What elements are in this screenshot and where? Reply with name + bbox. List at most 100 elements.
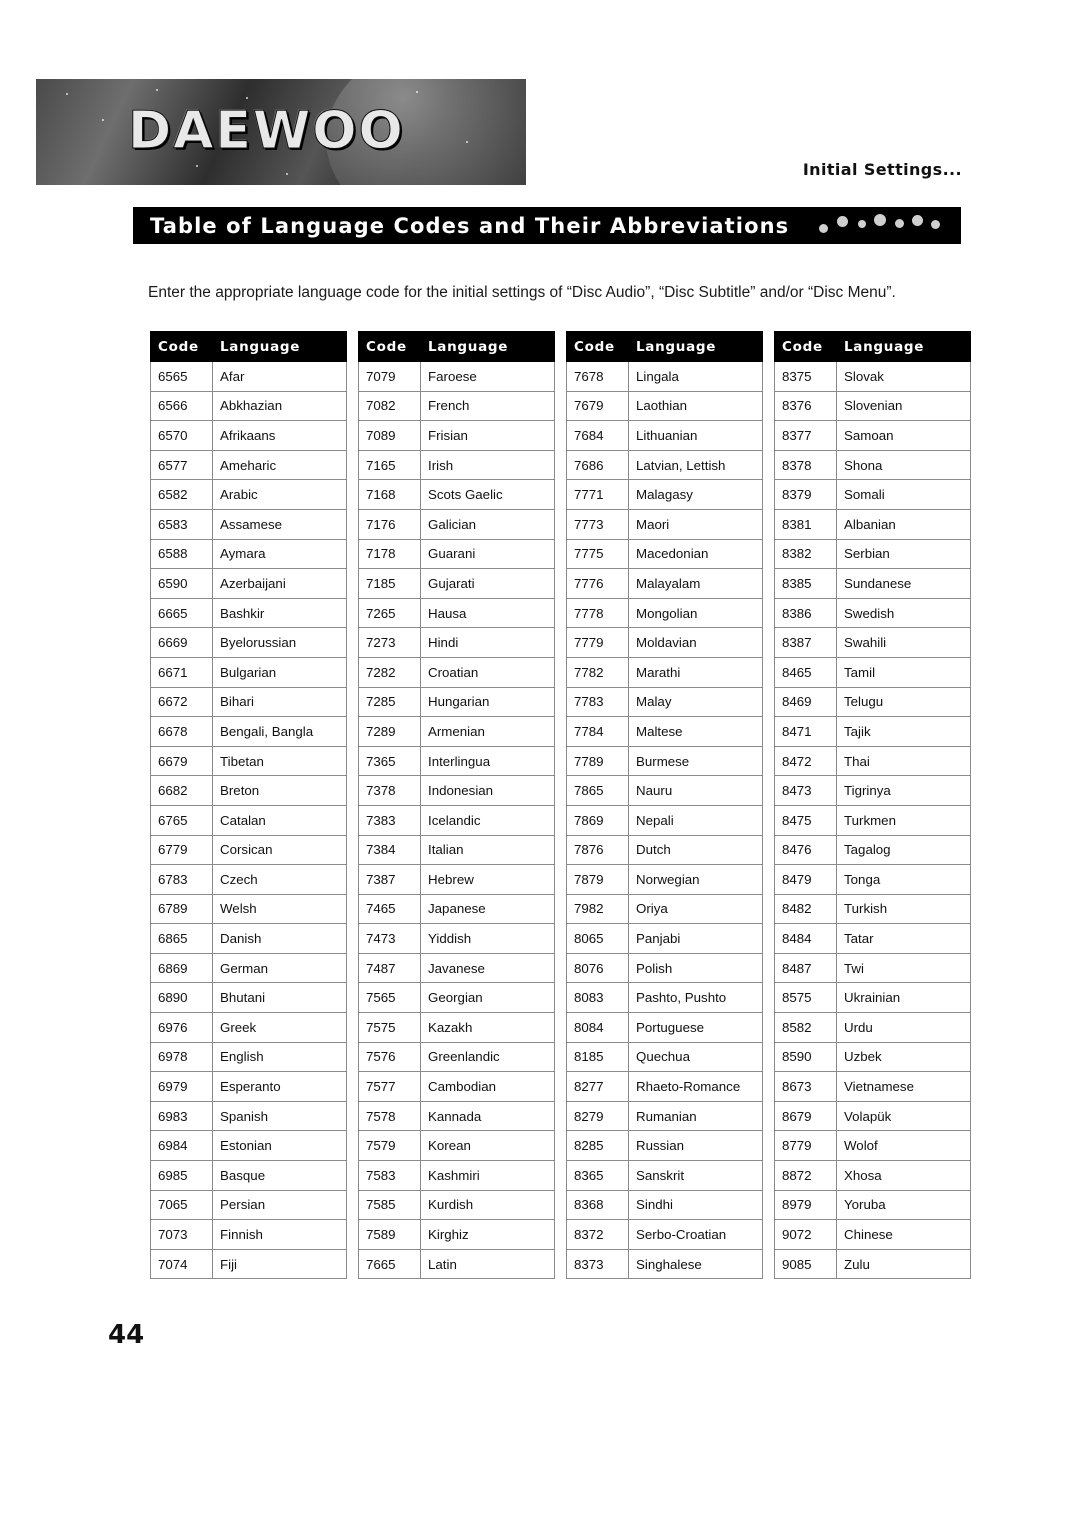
cell-code: 7383 — [358, 804, 421, 836]
cell-code: 8479 — [774, 864, 837, 895]
table-row: 8473 Tigrinya — [774, 775, 971, 806]
table-body-3: 7678 Lingala 7679 Laothian 7684 Lithuanian 768… — [566, 361, 763, 1280]
cell-code: 6765 — [150, 804, 213, 836]
cell-language: Panjabi — [628, 923, 763, 954]
table-row: 8375 Slovak — [774, 361, 971, 392]
cell-code: 7679 — [566, 390, 629, 422]
cell-language: Kazakh — [420, 1012, 555, 1043]
cell-language: Persian — [212, 1189, 347, 1221]
cell-language: Uzbek — [836, 1041, 971, 1073]
cell-language: Latin — [420, 1248, 555, 1280]
cell-language: Swahili — [836, 627, 971, 658]
cell-code: 7074 — [150, 1248, 213, 1280]
cell-language: Telugu — [836, 686, 971, 718]
cell-language: German — [212, 952, 347, 984]
table-row: 7779 Moldavian — [566, 627, 763, 658]
brand-banner: DAEWOO — [36, 79, 526, 185]
table-row: 7982 Oriya — [566, 893, 763, 925]
cell-code: 8779 — [774, 1130, 837, 1162]
cell-code: 7771 — [566, 479, 629, 510]
cell-code: 6583 — [150, 508, 213, 540]
cell-code: 7073 — [150, 1219, 213, 1250]
cell-code: 9085 — [774, 1248, 837, 1280]
cell-code: 7575 — [358, 1012, 421, 1043]
cell-code: 7583 — [358, 1160, 421, 1191]
cell-code: 6682 — [150, 775, 213, 806]
cell-language: Korean — [420, 1130, 555, 1162]
cell-language: Spanish — [212, 1100, 347, 1132]
cell-language: Irish — [420, 449, 555, 481]
cell-language: Albanian — [836, 508, 971, 540]
table-row: 8482 Turkish — [774, 893, 971, 925]
cell-language: Yoruba — [836, 1189, 971, 1221]
cell-language: Norwegian — [628, 864, 763, 895]
cell-code: 8386 — [774, 597, 837, 629]
cell-language: Sundanese — [836, 568, 971, 599]
cell-language: Indonesian — [420, 775, 555, 806]
column-header-language: Language — [836, 331, 971, 362]
cell-code: 7285 — [358, 686, 421, 718]
cell-code: 8285 — [566, 1130, 629, 1162]
cell-language: Burmese — [628, 745, 763, 777]
cell-language: Finnish — [212, 1219, 347, 1250]
cell-language: French — [420, 390, 555, 422]
cell-language: Sanskrit — [628, 1160, 763, 1191]
table-row: 7289 Armenian — [358, 716, 555, 747]
column-header-language: Language — [212, 331, 347, 362]
cell-code: 7982 — [566, 893, 629, 925]
cell-language: Faroese — [420, 361, 555, 392]
cell-language: Polish — [628, 952, 763, 984]
cell-language: Cambodian — [420, 1071, 555, 1102]
cell-language: Gujarati — [420, 568, 555, 599]
cell-code: 7579 — [358, 1130, 421, 1162]
cell-language: Urdu — [836, 1012, 971, 1043]
table-row: 7565 Georgian — [358, 982, 555, 1014]
table-row: 9072 Chinese — [774, 1219, 971, 1250]
cell-code: 8277 — [566, 1071, 629, 1102]
cell-code: 6679 — [150, 745, 213, 777]
cell-code: 8465 — [774, 656, 837, 688]
table-row: 8285 Russian — [566, 1130, 763, 1162]
table-row: 7589 Kirghiz — [358, 1219, 555, 1250]
cell-language: Icelandic — [420, 804, 555, 836]
table-row: 7679 Laothian — [566, 390, 763, 422]
cell-language: Somali — [836, 479, 971, 510]
table-row: 8484 Tatar — [774, 923, 971, 954]
cell-code: 7465 — [358, 893, 421, 925]
table-row: 6590 Azerbaijani — [150, 568, 347, 599]
column-header-code: Code — [150, 331, 213, 362]
table-row: 7575 Kazakh — [358, 1012, 555, 1043]
cell-language: Tigrinya — [836, 775, 971, 806]
cell-language: Kirghiz — [420, 1219, 555, 1250]
table-row: 8487 Twi — [774, 952, 971, 984]
table-row: 7784 Maltese — [566, 716, 763, 747]
cell-code: 6678 — [150, 716, 213, 747]
cell-language: Tamil — [836, 656, 971, 688]
cell-code: 7082 — [358, 390, 421, 422]
cell-code: 7079 — [358, 361, 421, 392]
table-row: 8471 Tajik — [774, 716, 971, 747]
cell-language: Ameharic — [212, 449, 347, 481]
cell-code: 7387 — [358, 864, 421, 895]
cell-language: Volapük — [836, 1100, 971, 1132]
cell-code: 7289 — [358, 716, 421, 747]
table-row: 7473 Yiddish — [358, 923, 555, 954]
cell-language: Zulu — [836, 1248, 971, 1280]
cell-language: Hungarian — [420, 686, 555, 718]
cell-code: 7879 — [566, 864, 629, 895]
table-row: 6672 Bihari — [150, 686, 347, 718]
table-row: 7185 Gujarati — [358, 568, 555, 599]
cell-code: 7578 — [358, 1100, 421, 1132]
cell-code: 7773 — [566, 508, 629, 540]
table-row: 8469 Telugu — [774, 686, 971, 718]
cell-language: Tagalog — [836, 834, 971, 866]
cell-language: Rhaeto-Romance — [628, 1071, 763, 1102]
cell-code: 6671 — [150, 656, 213, 688]
cell-language: Italian — [420, 834, 555, 866]
cell-language: Macedonian — [628, 538, 763, 570]
cell-code: 8065 — [566, 923, 629, 954]
table-row: 7384 Italian — [358, 834, 555, 866]
language-code-table-3: Code Language 7678 Lingala 7679 Laothian 768… — [566, 331, 763, 1280]
cell-language: Maori — [628, 508, 763, 540]
table-row: 6779 Corsican — [150, 834, 347, 866]
